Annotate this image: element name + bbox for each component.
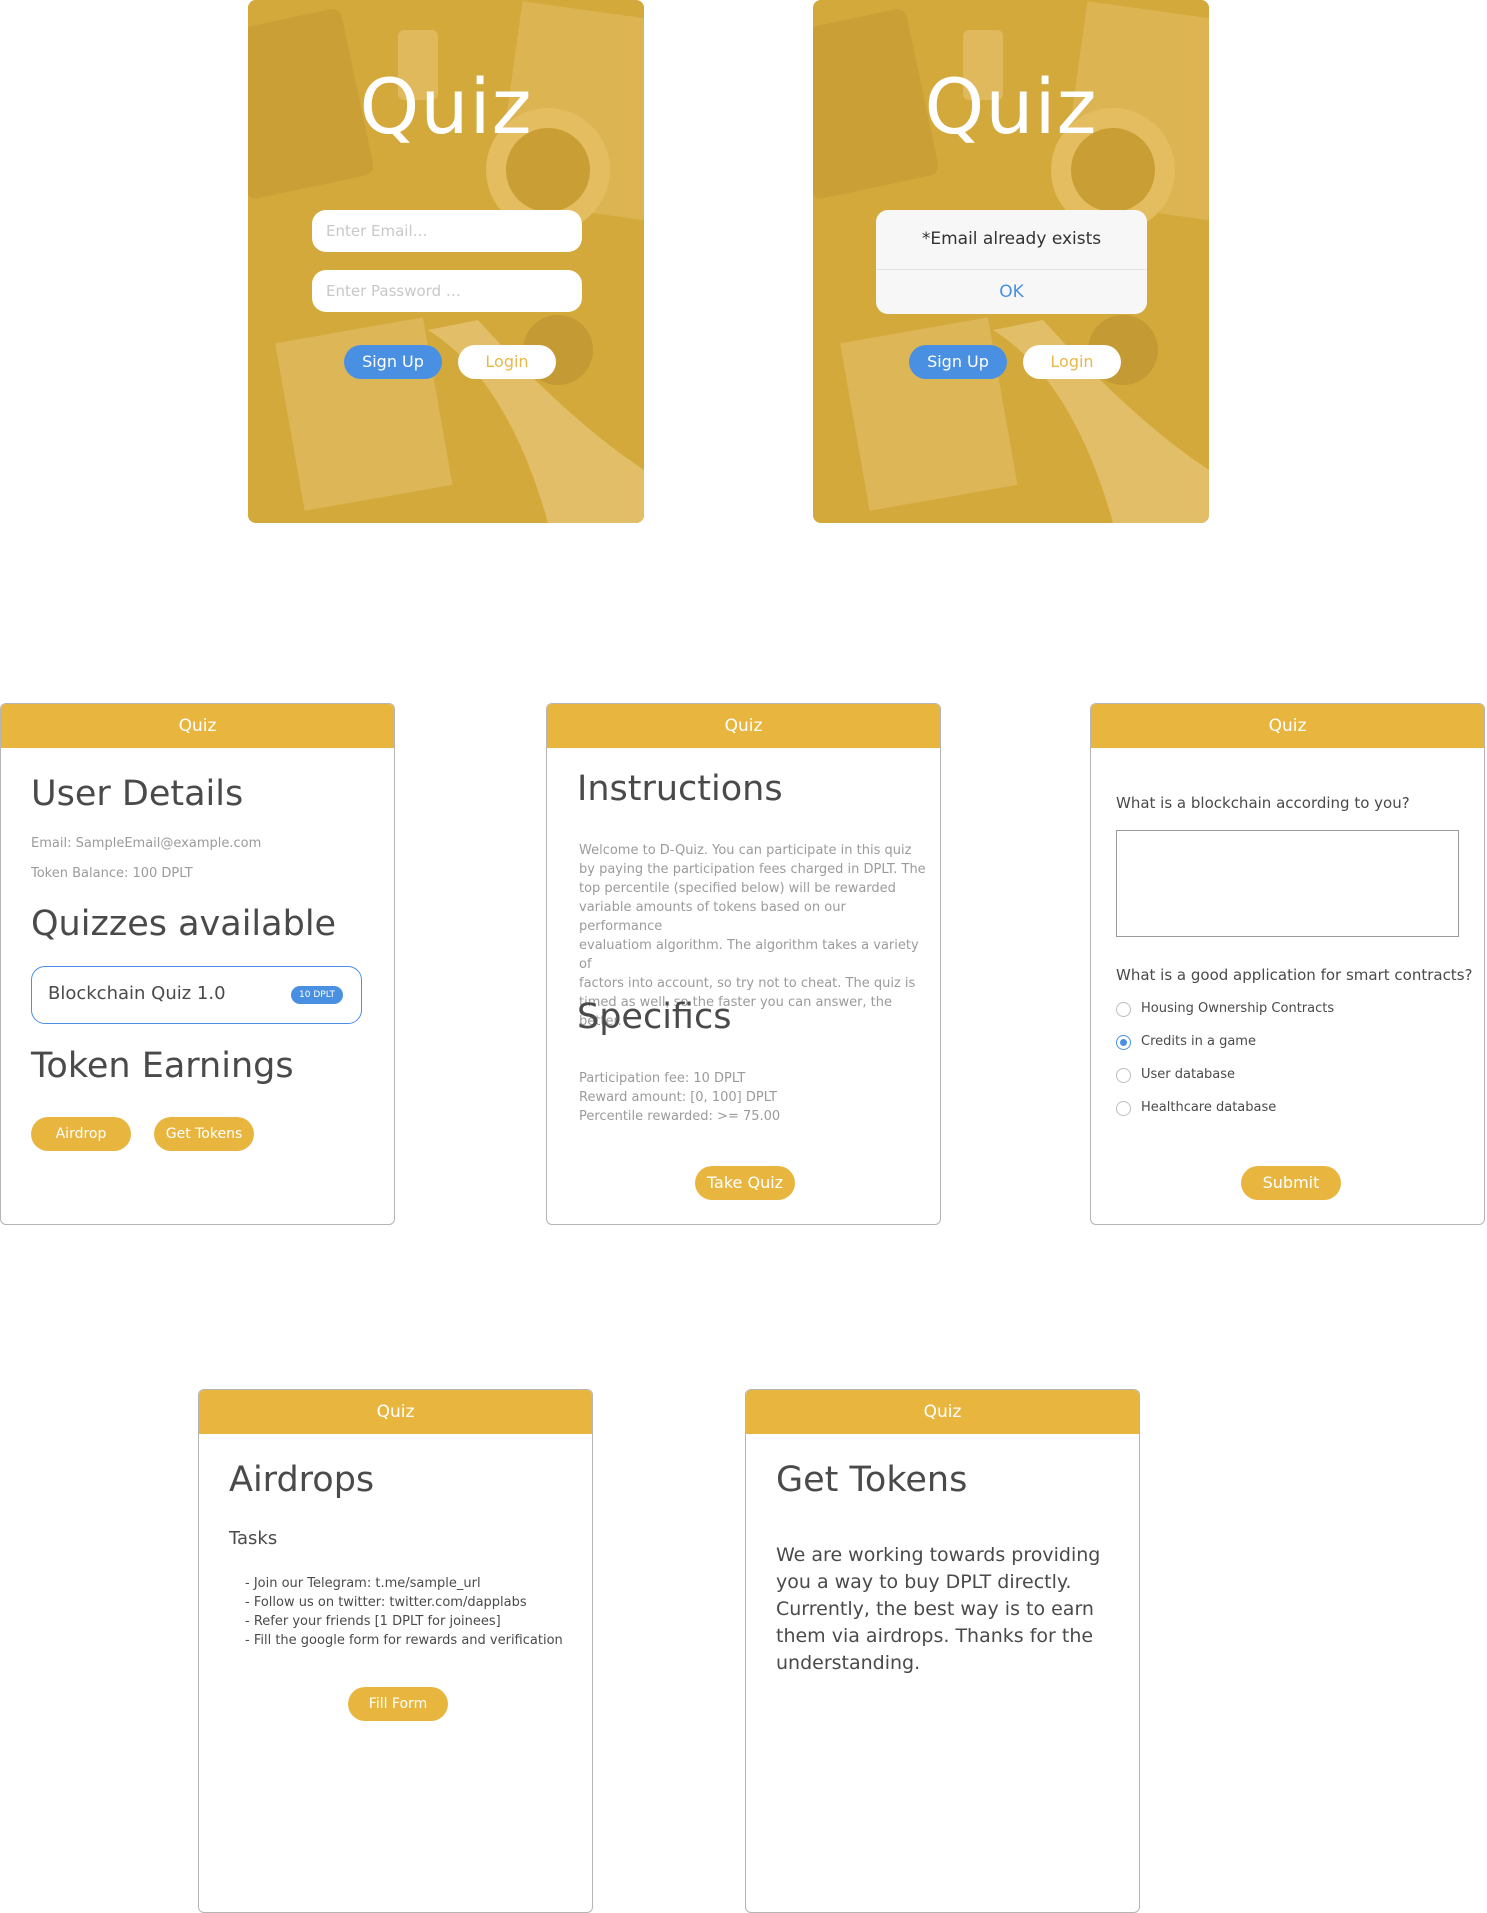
option-label: Healthcare database	[1141, 1100, 1277, 1115]
quizzes-heading: Quizzes available	[31, 904, 337, 944]
instructions-line: Welcome to D-Quiz. You can participate i…	[579, 843, 912, 858]
get-tokens-text: We are working towards providing you a w…	[776, 1542, 1116, 1677]
text-line: We are working towards providing	[776, 1544, 1101, 1566]
participation-fee: Participation fee: 10 DPLT	[579, 1071, 746, 1086]
login-button[interactable]: Login	[458, 345, 556, 379]
airdrops-screen: Quiz Airdrops Tasks - Join our Telegram:…	[198, 1389, 593, 1913]
app-title: Quiz	[359, 62, 533, 151]
login-screen: Quiz Sign Up Login	[248, 0, 644, 523]
header-title: Quiz	[1091, 704, 1484, 748]
tasks-heading: Tasks	[229, 1528, 278, 1549]
token-balance: Token Balance: 100 DPLT	[31, 866, 193, 881]
app-title: Quiz	[924, 62, 1098, 151]
login-error-screen: Quiz *Email already exists OK Sign Up Lo…	[813, 0, 1209, 523]
email-field[interactable]	[312, 210, 582, 252]
quiz-fee-badge: 10 DPLT	[291, 986, 343, 1004]
submit-button[interactable]: Submit	[1241, 1166, 1341, 1200]
reward-amount: Reward amount: [0, 100] DPLT	[579, 1090, 778, 1105]
fill-form-button[interactable]: Fill Form	[348, 1687, 448, 1721]
quiz-question-screen: Quiz What is a blockchain according to y…	[1090, 703, 1485, 1225]
error-alert-dialog: *Email already exists OK	[876, 210, 1147, 314]
user-details-screen: Quiz User Details Email: SampleEmail@exa…	[0, 703, 395, 1225]
header-title: Quiz	[746, 1390, 1139, 1434]
instructions-line: factors into account, so try not to chea…	[579, 976, 916, 991]
task-item: - Refer your friends [1 DPLT for joinees…	[245, 1614, 501, 1629]
question-1: What is a blockchain according to you?	[1116, 794, 1410, 812]
instructions-line: evaluatiom algorithm. The algorithm take…	[579, 938, 919, 972]
instructions-line: by paying the participation fees charged…	[579, 862, 926, 877]
get-tokens-heading: Get Tokens	[776, 1460, 968, 1500]
header-title: Quiz	[1, 704, 394, 748]
instructions-line: top percentile (specified below) will be…	[579, 881, 896, 896]
signup-button[interactable]: Sign Up	[909, 345, 1007, 379]
login-button[interactable]: Login	[1023, 345, 1121, 379]
get-tokens-screen: Quiz Get Tokens We are working towards p…	[745, 1389, 1140, 1913]
quiz-name: Blockchain Quiz 1.0	[48, 983, 226, 1004]
get-tokens-button[interactable]: Get Tokens	[154, 1117, 254, 1151]
option-label: Credits in a game	[1141, 1034, 1256, 1049]
radio-button[interactable]	[1116, 1101, 1131, 1116]
password-field[interactable]	[312, 270, 582, 312]
instructions-screen: Quiz Instructions Welcome to D-Quiz. You…	[546, 703, 941, 1225]
option-label: User database	[1141, 1067, 1236, 1082]
text-line: understanding.	[776, 1652, 921, 1674]
signup-button[interactable]: Sign Up	[344, 345, 442, 379]
quiz-list-item[interactable]: Blockchain Quiz 1.0 10 DPLT	[31, 966, 362, 1024]
instructions-line: variable amounts of tokens based on our …	[579, 900, 846, 934]
task-item: - Join our Telegram: t.me/sample_url	[245, 1576, 481, 1591]
specifics-text: Participation fee: 10 DPLT Reward amount…	[579, 1069, 929, 1126]
task-item: - Fill the google form for rewards and v…	[245, 1633, 563, 1648]
airdrops-heading: Airdrops	[229, 1460, 375, 1500]
specifics-heading: Specifics	[577, 997, 732, 1037]
token-earnings-heading: Token Earnings	[31, 1046, 294, 1086]
airdrop-button[interactable]: Airdrop	[31, 1117, 131, 1151]
text-line: you a way to buy DPLT directly.	[776, 1571, 1072, 1593]
question-2: What is a good application for smart con…	[1116, 966, 1473, 984]
radio-button[interactable]	[1116, 1068, 1131, 1083]
header-title: Quiz	[199, 1390, 592, 1434]
percentile-rewarded: Percentile rewarded: >= 75.00	[579, 1109, 781, 1124]
answer-textarea[interactable]	[1116, 830, 1459, 937]
user-email: Email: SampleEmail@example.com	[31, 836, 262, 851]
option-label: Housing Ownership Contracts	[1141, 1001, 1335, 1016]
alert-ok-button[interactable]: OK	[876, 270, 1147, 314]
header-title: Quiz	[547, 704, 940, 748]
instructions-heading: Instructions	[577, 769, 783, 809]
text-line: them via airdrops. Thanks for the	[776, 1625, 1094, 1647]
radio-button-selected[interactable]	[1116, 1035, 1131, 1050]
task-item: - Follow us on twitter: twitter.com/dapp…	[245, 1595, 527, 1610]
take-quiz-button[interactable]: Take Quiz	[695, 1166, 795, 1200]
text-line: Currently, the best way is to earn	[776, 1598, 1094, 1620]
alert-message: *Email already exists	[876, 210, 1147, 270]
radio-button[interactable]	[1116, 1002, 1131, 1017]
user-details-heading: User Details	[31, 774, 244, 814]
